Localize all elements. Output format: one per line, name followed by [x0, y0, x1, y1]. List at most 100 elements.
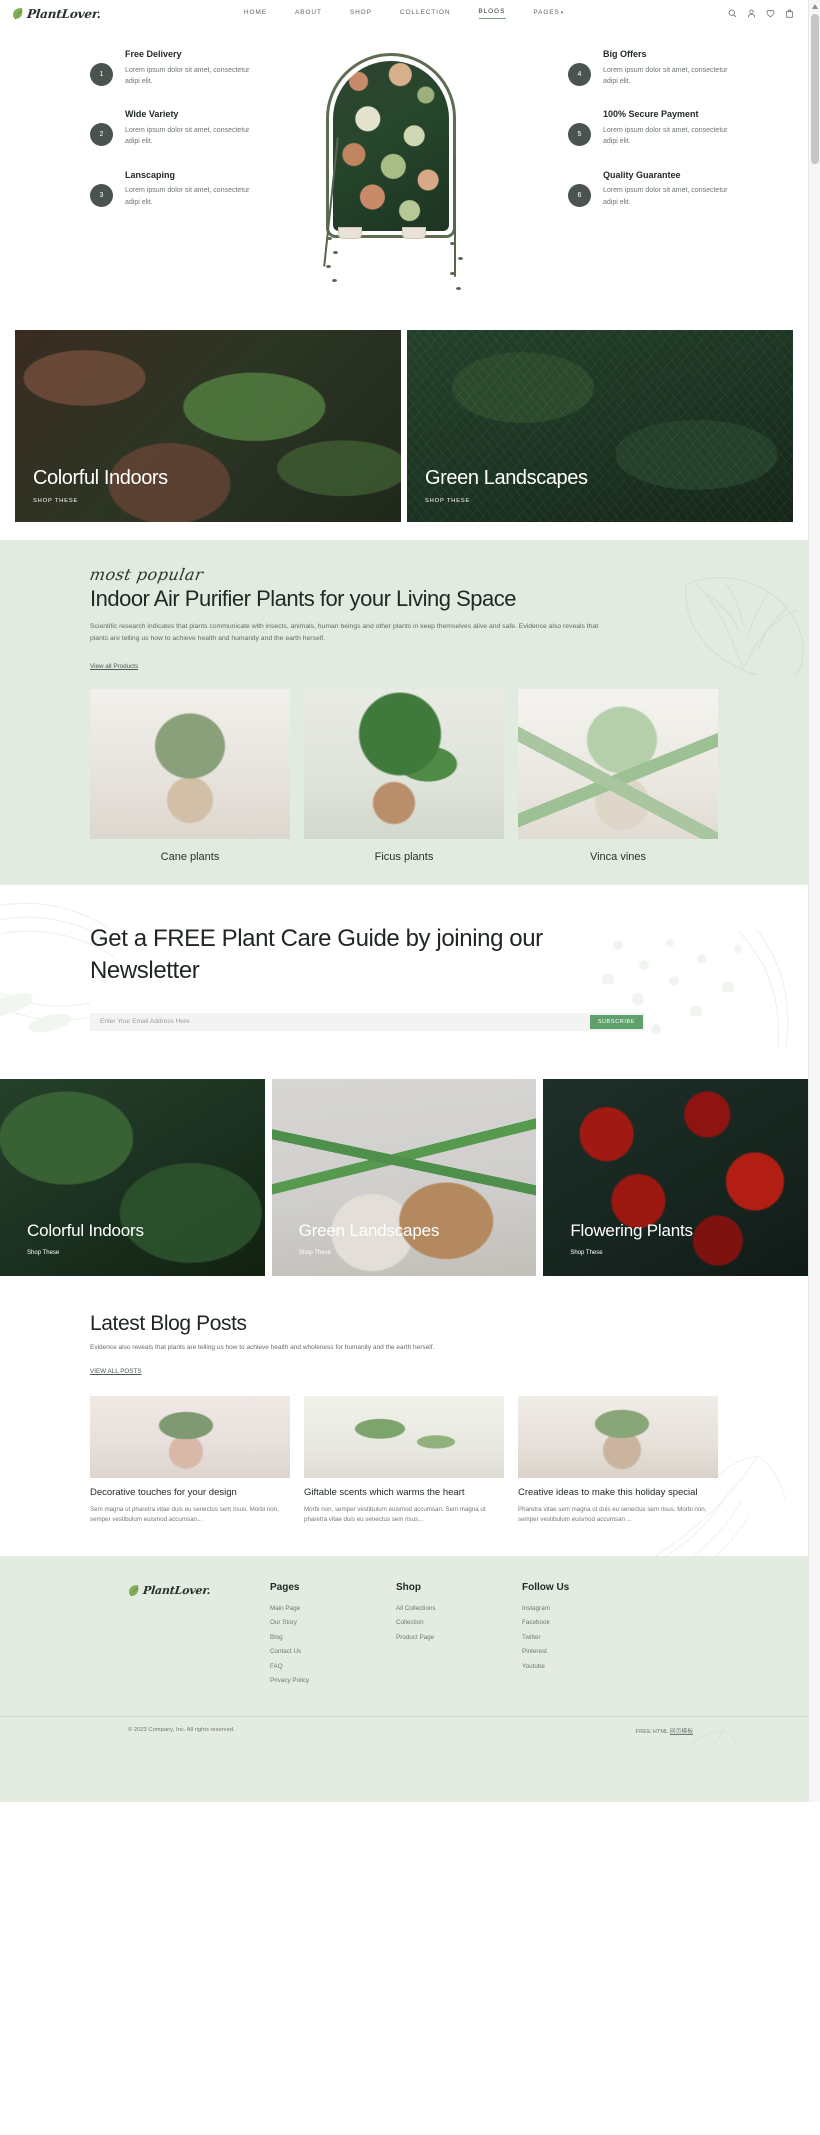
subscribe-button[interactable]: SUBSCRIBE [589, 1014, 643, 1029]
page-root: PlantLover. HOME ABOUT SHOP COLLECTION B… [0, 0, 820, 1802]
banner-cta-link[interactable]: SHOP THESE [425, 498, 793, 504]
category-cta-link[interactable]: Shop These [299, 1250, 537, 1256]
feature-description: Lorem ipsum dolor sit amet, consectetur … [603, 127, 728, 146]
product-image [304, 688, 504, 839]
footer-columns: PlantLover. Pages Main Page Our Story Bl… [0, 1582, 808, 1692]
feature-item: 6 Quality Guarantee Lorem ipsum dolor si… [568, 170, 728, 208]
nav-item-pages[interactable]: PAGES▾ [533, 9, 564, 19]
footer-link-main-page[interactable]: Main Page [270, 1605, 396, 1612]
most-popular-section: most popular Indoor Air Purifier Plants … [0, 540, 808, 885]
feature-title: 100% Secure Payment [603, 109, 699, 120]
header-icon-group [728, 9, 794, 18]
footer-credit: FREE HTML 网页模板 [636, 1726, 693, 1735]
features-column-left: 1 Free Delivery Lorem ipsum dolor sit am… [90, 49, 250, 230]
credit-link[interactable]: 网页模板 [670, 1729, 693, 1735]
footer-link-our-story[interactable]: Our Story [270, 1619, 396, 1626]
banner-cta-link[interactable]: SHOP THESE [33, 498, 401, 504]
category-card-flowering-plants[interactable]: Flowering Plants Shop These [543, 1078, 809, 1276]
footer-link-contact-us[interactable]: Contact Us [270, 1648, 396, 1655]
feature-item: 3 Lanscaping Lorem ipsum dolor sit amet,… [90, 170, 250, 208]
footer-link-all-collections[interactable]: All Collections [396, 1605, 522, 1612]
account-icon[interactable] [747, 9, 756, 18]
section-script-label: most popular [88, 565, 205, 584]
nav-item-blogs[interactable]: BLOGS [478, 8, 506, 19]
footer-logo[interactable]: PlantLover. [128, 1582, 270, 1692]
newsletter-form: SUBSCRIBE [90, 1012, 645, 1031]
nav-item-collection[interactable]: COLLECTION [400, 9, 451, 19]
footer-link-product-page[interactable]: Product Page [396, 1634, 522, 1641]
section-heading: Indoor Air Purifier Plants for your Livi… [90, 586, 517, 611]
main-navigation: HOME ABOUT SHOP COLLECTION BLOGS PAGES▾ [244, 8, 564, 19]
plant-pot-graphic [402, 227, 426, 239]
view-all-products-link[interactable]: View all Products [90, 663, 138, 670]
vine-leaf-dot [327, 237, 332, 240]
footer-link-pinterest[interactable]: Pinterest [522, 1648, 648, 1655]
footer-link-instagram[interactable]: Instagram [522, 1605, 648, 1612]
footer-link-faq[interactable]: FAQ [270, 1663, 396, 1670]
footer-column-pages: Pages Main Page Our Story Blog Contact U… [270, 1582, 396, 1692]
footer-column-shop: Shop All Collections Collection Product … [396, 1582, 522, 1692]
vine-leaf-dot [332, 279, 337, 282]
hanging-vine-graphic [454, 157, 456, 277]
feature-description: Lorem ipsum dolor sit amet, consectetur … [125, 66, 250, 86]
blog-post-title: Giftable scents which warms the heart [304, 1486, 465, 1498]
blog-post-card[interactable]: Giftable scents which warms the heart Mo… [304, 1395, 504, 1526]
category-cta-link[interactable]: Shop These [570, 1250, 808, 1256]
footer-link-privacy-policy[interactable]: Privacy Policy [270, 1677, 396, 1684]
footer-link-collection[interactable]: Collection [396, 1619, 522, 1626]
category-card-colorful-indoors[interactable]: Colorful Indoors Shop These [0, 1078, 265, 1276]
banner-colorful-indoors[interactable]: Colorful Indoors SHOP THESE [15, 330, 401, 522]
email-input[interactable] [92, 1014, 590, 1029]
chevron-down-icon: ▾ [560, 9, 565, 16]
product-name: Ficus plants [374, 850, 434, 863]
scroll-thumb[interactable] [811, 14, 819, 164]
site-footer: PlantLover. Pages Main Page Our Story Bl… [0, 1555, 808, 1802]
feature-title: Free Delivery [125, 49, 182, 59]
site-logo[interactable]: PlantLover. [12, 7, 102, 21]
category-cta-link[interactable]: Shop These [27, 1250, 265, 1256]
blog-post-title: Creative ideas to make this holiday spec… [518, 1486, 698, 1498]
footer-link-blog[interactable]: Blog [270, 1634, 396, 1641]
feature-number: 6 [568, 183, 591, 207]
feature-description: Lorem ipsum dolor sit amet, consectetur … [603, 66, 728, 86]
footer-spacer [0, 1743, 808, 1802]
page-scrollbar[interactable] [808, 0, 820, 1802]
feature-number: 4 [568, 63, 591, 86]
search-icon[interactable] [728, 9, 737, 18]
blog-post-image [304, 1395, 504, 1478]
feature-number: 5 [568, 123, 591, 147]
nav-item-shop[interactable]: SHOP [350, 9, 372, 19]
product-card[interactable]: Ficus plants [304, 688, 504, 863]
footer-brand-name: PlantLover. [142, 1583, 212, 1597]
nav-item-about[interactable]: ABOUT [295, 9, 322, 19]
blog-post-card[interactable]: Decorative touches for your design Sem m… [90, 1395, 290, 1526]
product-card[interactable]: Cane plants [90, 688, 290, 863]
blog-post-card[interactable]: Creative ideas to make this holiday spec… [518, 1395, 718, 1526]
leaf-icon [12, 7, 23, 20]
product-name: Vinca vines [589, 850, 647, 863]
leaf-icon [128, 1584, 139, 1597]
blog-post-excerpt: Pharetra vitae sem magna ut duis eu sene… [518, 1506, 707, 1524]
footer-link-facebook[interactable]: Facebook [522, 1619, 648, 1626]
section-description: Scientific research indicates that plant… [90, 623, 599, 642]
footer-column-heading: Shop [396, 1581, 421, 1593]
nav-item-home[interactable]: HOME [244, 9, 267, 19]
scroll-up-arrow-icon[interactable] [812, 4, 818, 9]
footer-link-youtube[interactable]: Youtube [522, 1663, 648, 1670]
features-section: 1 Free Delivery Lorem ipsum dolor sit am… [0, 27, 808, 312]
category-title: Green Landscapes [298, 1221, 440, 1241]
feature-item: 5 100% Secure Payment Lorem ipsum dolor … [568, 109, 728, 147]
feature-title: Lanscaping [125, 169, 176, 180]
category-card-green-landscapes[interactable]: Green Landscapes Shop These [272, 1078, 537, 1276]
product-card[interactable]: Vinca vines [518, 688, 718, 863]
cart-bag-icon[interactable] [785, 9, 794, 18]
credit-prefix: FREE HTML [635, 1728, 669, 1735]
product-grid: Cane plants Ficus plants Vinca vines [90, 688, 718, 863]
banner-green-landscapes[interactable]: Green Landscapes SHOP THESE [407, 330, 793, 522]
footer-legal-bar: © 2023 Company, Inc. All rights reserved… [0, 1715, 808, 1744]
newsletter-heading: Get a FREE Plant Care Guide by joining o… [90, 924, 543, 984]
footer-link-twitter[interactable]: Twitter [522, 1634, 648, 1641]
blog-section-heading: Latest Blog Posts [90, 1311, 247, 1335]
wishlist-heart-icon[interactable] [766, 9, 775, 18]
view-all-posts-link[interactable]: VIEW ALL POSTS [90, 1368, 142, 1375]
